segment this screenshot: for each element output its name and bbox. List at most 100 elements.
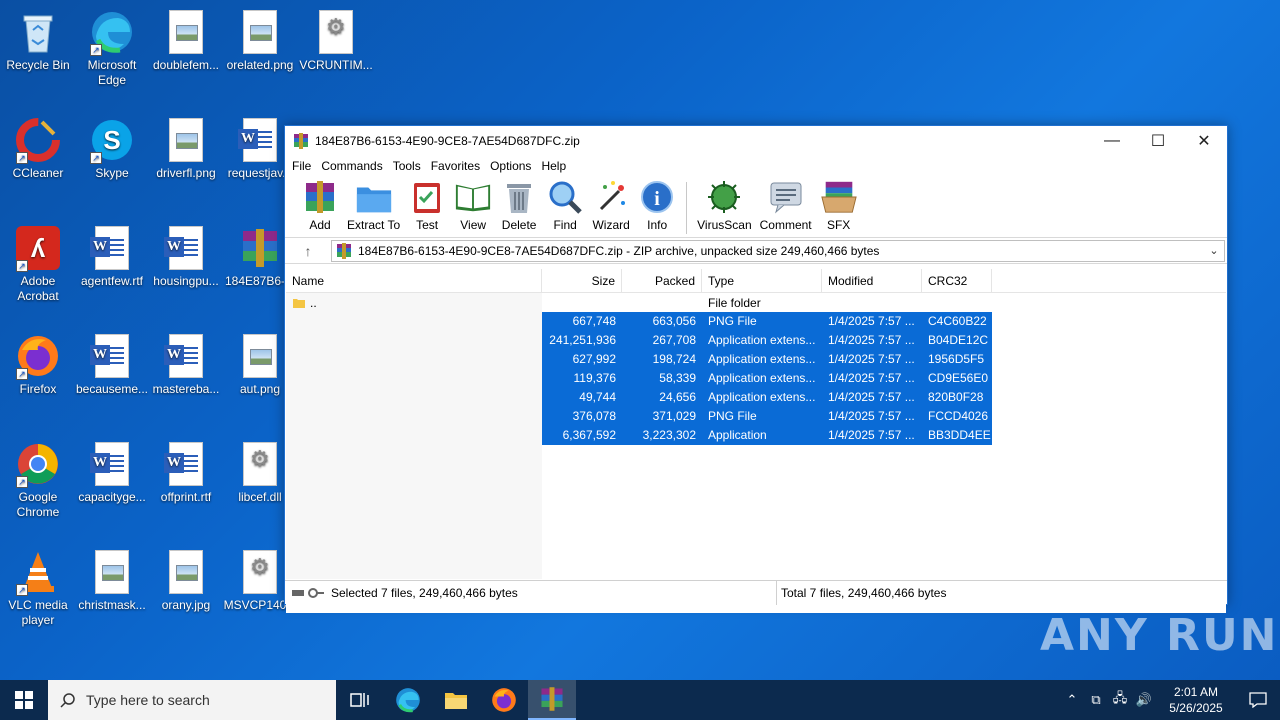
desktop-icon-google-chrome[interactable]: ↗ Google Chrome	[0, 440, 76, 520]
search-icon	[60, 693, 75, 708]
wizard-button[interactable]: Wizard	[588, 178, 634, 232]
menu-favorites[interactable]: Favorites	[426, 159, 485, 173]
desktop-icon-offprint[interactable]: W offprint.rtf	[148, 440, 224, 505]
volume-icon[interactable]: 🔊	[1132, 692, 1156, 708]
file-modified: 1/4/2025 7:57 ...	[822, 350, 922, 369]
comment-button[interactable]: Comment	[756, 178, 816, 232]
network-icon[interactable]: 🖧	[1108, 689, 1132, 711]
desktop-icon-housingpu[interactable]: W housingpu...	[148, 224, 224, 289]
info-button[interactable]: i Info	[634, 178, 680, 232]
desktop-icon-label: agentfew.rtf	[80, 274, 144, 288]
menu-commands[interactable]: Commands	[316, 159, 387, 173]
search-placeholder: Type here to search	[86, 692, 210, 708]
taskbar-edge[interactable]	[384, 680, 432, 720]
find-button[interactable]: Find	[542, 178, 588, 232]
word-document-icon: W	[88, 440, 136, 488]
shortcut-arrow-icon: ↗	[90, 152, 102, 164]
file-size: 667,748	[542, 312, 622, 331]
chevron-down-icon[interactable]: ⌄	[1204, 244, 1224, 257]
desktop-icon-firefox[interactable]: ↗ Firefox	[0, 332, 76, 397]
close-button[interactable]: ✕	[1181, 126, 1227, 156]
winrar-window: 184E87B6-6153-4E90-9CE8-7AE54D687DFC.zip…	[284, 125, 1228, 613]
view-button[interactable]: View	[450, 178, 496, 232]
toolbar-label: Add	[309, 218, 331, 232]
image-file-icon	[88, 548, 136, 596]
shortcut-arrow-icon: ↗	[16, 368, 28, 380]
clock[interactable]: 2:01 AM 5/26/2025	[1156, 684, 1236, 716]
menu-options[interactable]: Options	[485, 159, 536, 173]
adobe-acrobat-icon: ʎ ↗	[14, 224, 62, 272]
notification-button[interactable]	[1236, 692, 1280, 708]
test-button[interactable]: Test	[404, 178, 450, 232]
taskbar-file-explorer[interactable]	[432, 680, 480, 720]
desktop-icon-mastereba[interactable]: W mastereba...	[148, 332, 224, 397]
desktop-icon-edge[interactable]: ↗ Microsoft Edge	[74, 8, 150, 88]
desktop-icon-label: CCleaner	[12, 166, 64, 180]
toolbar: Add Extract To Test View Delete Find Wiz…	[285, 176, 1227, 238]
desktop-icon-capacityge[interactable]: W capacityge...	[74, 440, 150, 505]
column-modified[interactable]: Modified	[822, 268, 922, 293]
shortcut-arrow-icon: ↗	[16, 152, 28, 164]
taskbar-firefox[interactable]	[480, 680, 528, 720]
desktop-icon-ccleaner[interactable]: ↗ CCleaner	[0, 116, 76, 181]
dll-file-icon	[312, 8, 360, 56]
winrar-archive-icon	[337, 242, 351, 259]
device-icon[interactable]: ⧉	[1084, 692, 1108, 708]
desktop-icon-becauseme[interactable]: W becauseme...	[74, 332, 150, 397]
desktop-icon-orany[interactable]: orany.jpg	[148, 548, 224, 613]
taskbar-search-box[interactable]: Type here to search	[48, 680, 336, 720]
desktop-icon-recycle-bin[interactable]: Recycle Bin	[0, 8, 76, 73]
status-selected: Selected 7 files, 249,460,466 bytes	[331, 585, 518, 600]
desktop-icon-adobe-acrobat[interactable]: ʎ ↗ Adobe Acrobat	[0, 224, 76, 304]
extract-folder-icon	[355, 178, 393, 216]
add-button[interactable]: Add	[297, 178, 343, 232]
taskbar-winrar[interactable]	[528, 680, 576, 720]
desktop-icon-doublefem[interactable]: doublefem...	[148, 8, 224, 73]
sfx-box-icon	[820, 178, 858, 216]
desktop-icon-orelated[interactable]: orelated.png	[222, 8, 298, 73]
view-book-icon	[454, 178, 492, 216]
system-tray: ⌃ ⧉ 🖧 🔊 2:01 AM 5/26/2025	[1060, 680, 1280, 720]
minimize-button[interactable]: —	[1089, 126, 1135, 156]
desktop-icon-driverfl[interactable]: driverfl.png	[148, 116, 224, 181]
desktop-icon-christmask[interactable]: christmask...	[74, 548, 150, 613]
address-bar: ↑ 184E87B6-6153-4E90-9CE8-7AE54D687DFC.z…	[285, 238, 1227, 264]
file-packed: 267,708	[622, 331, 702, 350]
title-bar[interactable]: 184E87B6-6153-4E90-9CE8-7AE54D687DFC.zip…	[285, 126, 1227, 156]
file-modified: 1/4/2025 7:57 ...	[822, 312, 922, 331]
extract-to-button[interactable]: Extract To	[343, 178, 404, 232]
column-packed[interactable]: Packed	[622, 268, 702, 293]
menu-help[interactable]: Help	[536, 159, 571, 173]
desktop-icon-label: mastereba...	[152, 382, 220, 396]
column-size[interactable]: Size	[542, 268, 622, 293]
menu-tools[interactable]: Tools	[388, 159, 426, 173]
desktop-icon-vlc[interactable]: ↗ VLC media player	[0, 548, 76, 628]
column-type[interactable]: Type	[702, 268, 822, 293]
parent-folder-row[interactable]: .. File folder	[286, 293, 1226, 312]
maximize-button[interactable]: ☐	[1135, 126, 1181, 156]
archive-path-field[interactable]: 184E87B6-6153-4E90-9CE8-7AE54D687DFC.zip…	[331, 239, 1225, 262]
column-crc32[interactable]: CRC32	[922, 268, 992, 293]
task-view-button[interactable]	[336, 680, 384, 720]
file-packed: 58,339	[622, 369, 702, 388]
status-bar: Selected 7 files, 249,460,466 bytes Tota…	[285, 580, 1227, 605]
dll-file-icon	[236, 548, 284, 596]
magic-wand-icon	[592, 178, 630, 216]
menu-file[interactable]: File	[287, 159, 316, 173]
file-list: Name Size Packed Type Modified CRC32 .. …	[286, 268, 1226, 613]
file-type: Application extens...	[702, 369, 822, 388]
desktop-icon-label: Microsoft Edge	[87, 58, 137, 87]
desktop-icon-skype[interactable]: S ↗ Skype	[74, 116, 150, 181]
chevron-up-icon[interactable]: ⌃	[1060, 692, 1084, 708]
sfx-button[interactable]: SFX	[816, 178, 862, 232]
desktop-icon-vcruntim[interactable]: VCRUNTIM...	[298, 8, 374, 73]
anyrun-watermark: ANY RUN	[1040, 610, 1279, 661]
column-name[interactable]: Name	[286, 268, 542, 293]
file-size: 241,251,936	[542, 331, 622, 350]
desktop-icon-agentfew[interactable]: W agentfew.rtf	[74, 224, 150, 289]
virusscan-button[interactable]: VirusScan	[693, 178, 755, 232]
up-arrow-icon[interactable]: ↑	[285, 243, 331, 259]
start-button[interactable]	[0, 680, 48, 720]
image-file-icon	[162, 116, 210, 164]
delete-button[interactable]: Delete	[496, 178, 542, 232]
